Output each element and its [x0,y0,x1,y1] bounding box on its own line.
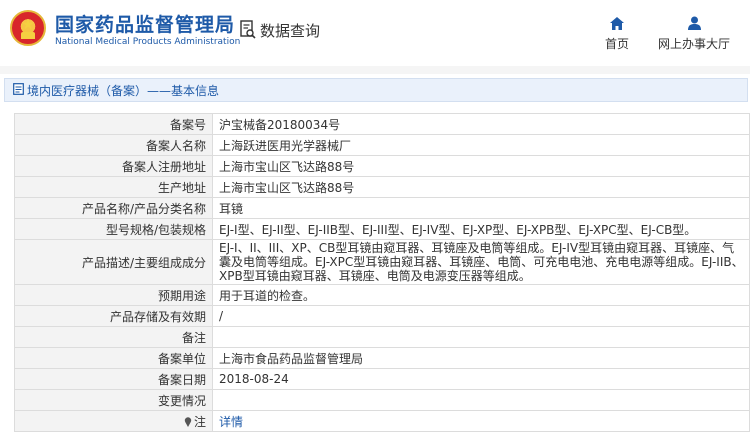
table-row: 产品名称/产品分类名称 耳镜 [15,198,750,219]
home-icon [598,14,636,32]
row-value: 上海市食品药品监督管理局 [213,348,750,368]
row-value: 上海市宝山区飞达路88号 [213,177,750,197]
table-row: 产品存储及有效期 / [15,306,750,327]
table-row: 生产地址 上海市宝山区飞达路88号 [15,177,750,198]
pin-icon [184,416,192,427]
table-row: 备案单位 上海市食品药品监督管理局 [15,348,750,369]
row-label: 备注 [15,327,213,347]
nav-home-label: 首页 [604,37,629,51]
row-value [213,390,750,410]
national-emblem-logo: ★ [10,10,46,46]
row-label: 型号规格/包装规格 [15,219,213,239]
row-value: 沪宝械备20180034号 [213,114,750,134]
header-divider [0,66,750,74]
data-query-label: 数据查询 [260,21,321,40]
table-row: 备注 [15,327,750,348]
row-label: 产品存储及有效期 [15,306,213,326]
row-value: 2018-08-24 [213,369,750,389]
row-label: 备案单位 [15,348,213,368]
table-row: 备案日期 2018-08-24 [15,369,750,390]
document-icon [13,82,24,98]
row-label: 生产地址 [15,177,213,197]
table-row: 备案人名称 上海跃进医用光学器械厂 [15,135,750,156]
row-value: 上海跃进医用光学器械厂 [213,135,750,155]
row-label: 备案人注册地址 [15,156,213,176]
section-title: 境内医疗器械（备案）——基本信息 [27,83,220,98]
table-row: 备案号 沪宝械备20180034号 [15,114,750,135]
org-name-cn: 国家药品监督管理局 [55,14,236,36]
row-label: 备案人名称 [15,135,213,155]
org-name-en: National Medical Products Administration [55,37,241,47]
section-title-bar: 境内医疗器械（备案）——基本信息 [4,78,748,102]
row-value: EJ-I、II、III、XP、CB型耳镜由窥耳器、耳镜座及电筒等组成。EJ-IV… [213,240,750,284]
row-label: 备案号 [15,114,213,134]
row-label: 产品名称/产品分类名称 [15,198,213,218]
table-row: 产品描述/主要组成成分 EJ-I、II、III、XP、CB型耳镜由窥耳器、耳镜座… [15,240,750,285]
record-detail-table: 备案号 沪宝械备20180034号 备案人名称 上海跃进医用光学器械厂 备案人注… [14,113,750,432]
row-label: 注 [193,414,206,429]
user-icon [654,14,734,32]
row-label: 预期用途 [15,285,213,305]
table-row: 变更情况 [15,390,750,411]
nav-online-office[interactable]: 网上办事大厅 [654,14,734,52]
table-row: 注 详情 [15,411,750,432]
document-search-icon [240,20,256,40]
row-value: / [213,306,750,326]
table-row: 备案人注册地址 上海市宝山区飞达路88号 [15,156,750,177]
row-label: 变更情况 [15,390,213,410]
row-label: 产品描述/主要组成成分 [15,240,213,284]
row-label: 备案日期 [15,369,213,389]
table-row: 型号规格/包装规格 EJ-I型、EJ-II型、EJ-IIB型、EJ-III型、E… [15,219,750,240]
nav-home[interactable]: 首页 [598,14,636,52]
row-value [213,327,750,347]
data-query-link[interactable]: 数据查询 [240,19,320,41]
details-link[interactable]: 详情 [219,413,243,430]
row-value-cell: 详情 [213,411,750,431]
row-value: 耳镜 [213,198,750,218]
table-row: 预期用途 用于耳道的检查。 [15,285,750,306]
row-value: EJ-I型、EJ-II型、EJ-IIB型、EJ-III型、EJ-IV型、EJ-X… [213,219,750,239]
site-header: ★ 国家药品监督管理局 National Medical Products Ad… [0,0,750,66]
nav-online-office-label: 网上办事大厅 [657,37,730,51]
row-value: 上海市宝山区飞达路88号 [213,156,750,176]
note-label-cell: 注 [15,411,213,431]
row-value: 用于耳道的检查。 [213,285,750,305]
